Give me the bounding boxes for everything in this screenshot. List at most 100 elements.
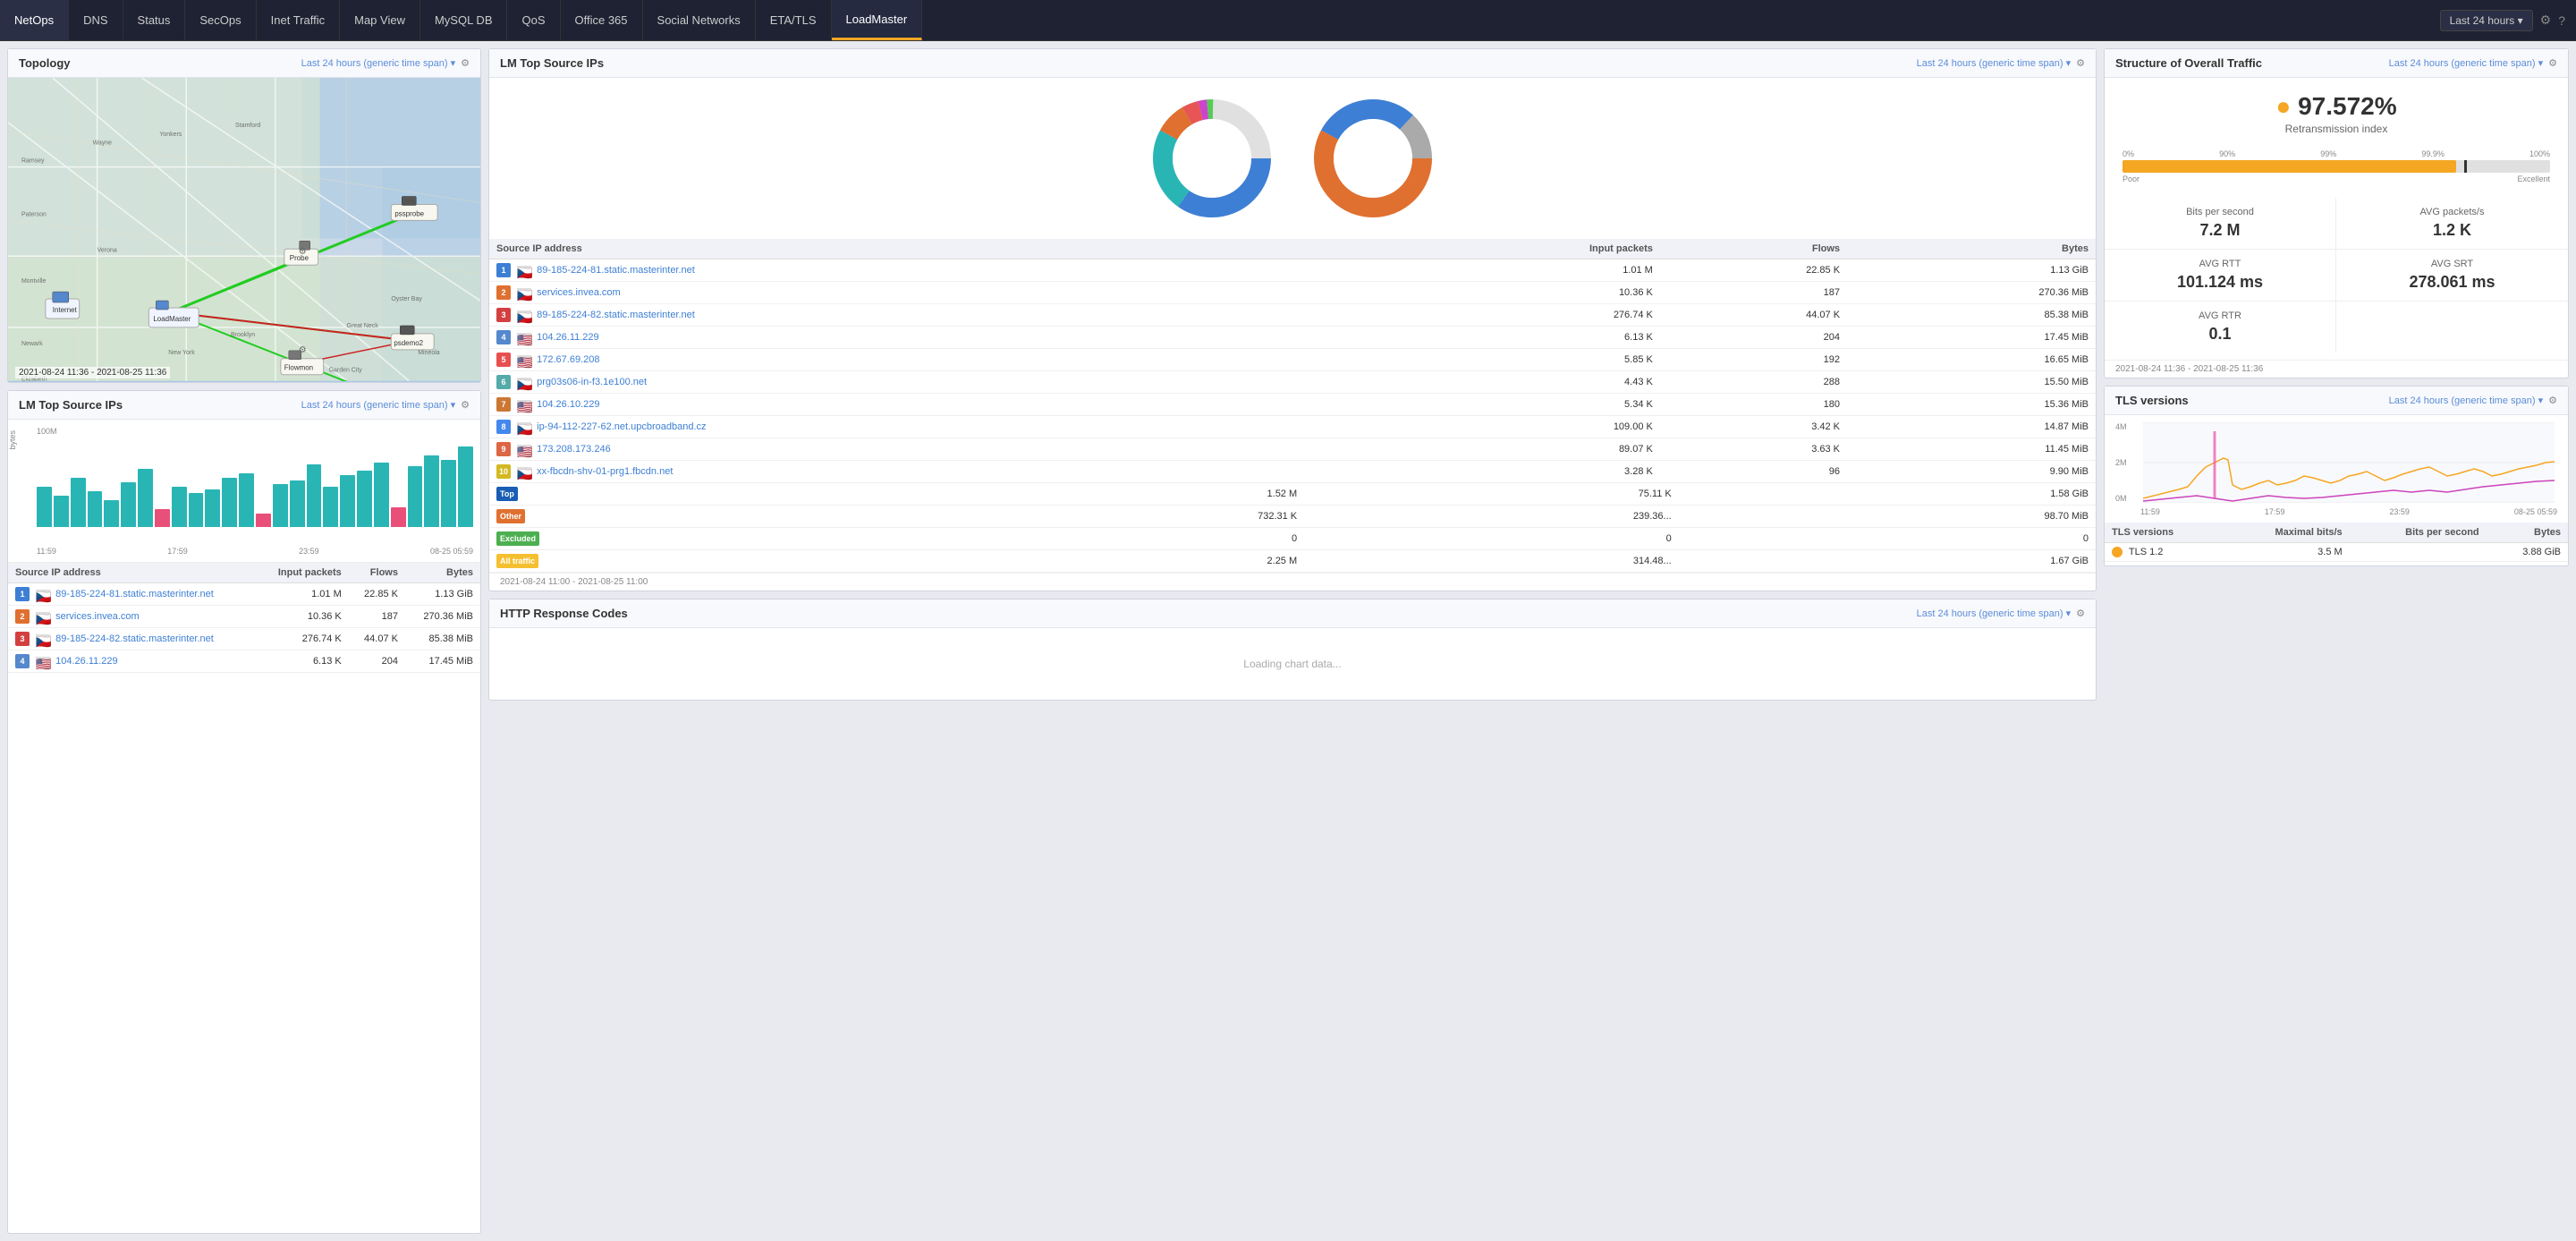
lm-top-source-mid-table: Source IP address Input packets Flows By… xyxy=(489,239,2096,483)
retrans-label-100: 100% xyxy=(2529,149,2550,158)
svg-text:New York: New York xyxy=(168,350,195,356)
svg-text:⚙: ⚙ xyxy=(299,345,307,355)
ip-text[interactable]: 104.26.11.229 xyxy=(537,332,599,343)
cell-flows: 44.07 K xyxy=(349,628,405,650)
cell-ip: 4 🇺🇸 104.26.11.229 xyxy=(8,650,258,673)
bar xyxy=(441,460,456,527)
nav-inet-traffic[interactable]: Inet Traffic xyxy=(257,0,340,40)
nav-dns[interactable]: DNS xyxy=(69,0,123,40)
http-response-time[interactable]: Last 24 hours (generic time span) ▾ xyxy=(1917,608,2071,619)
table-row: 4 🇺🇸 104.26.11.229 6.13 K 204 17.45 MiB xyxy=(489,327,2096,349)
nav-map-view[interactable]: Map View xyxy=(340,0,420,40)
source-ips-bottom-gear[interactable]: ⚙ xyxy=(461,399,470,411)
svg-text:Garden City: Garden City xyxy=(329,368,363,374)
table-row: 2 🇨🇿 services.invea.com 10.36 K 187 270.… xyxy=(489,282,2096,304)
topology-time[interactable]: Last 24 hours (generic time span) ▾ xyxy=(301,57,455,69)
settings-icon[interactable]: ⚙ xyxy=(2540,13,2552,28)
svg-text:Verona: Verona xyxy=(97,247,117,253)
tls-x-3: 23:59 xyxy=(2389,507,2410,516)
lm-top-source-mid-gear[interactable]: ⚙ xyxy=(2076,57,2085,69)
col-input-packets: Input packets xyxy=(258,563,349,583)
nav-eta-tls[interactable]: ETA/TLS xyxy=(756,0,832,40)
topology-gear[interactable]: ⚙ xyxy=(461,57,470,69)
summary-packets: 2.25 M xyxy=(922,550,1304,573)
bar xyxy=(71,478,86,527)
http-response-panel: HTTP Response Codes Last 24 hours (gener… xyxy=(488,599,2097,701)
nav-social-networks[interactable]: Social Networks xyxy=(643,0,756,40)
ip-text[interactable]: 89-185-224-81.static.masterinter.net xyxy=(537,265,695,276)
lm-top-source-mid-time[interactable]: Last 24 hours (generic time span) ▾ xyxy=(1917,57,2071,69)
bar xyxy=(205,489,220,527)
ip-text[interactable]: 89-185-224-82.static.masterinter.net xyxy=(55,633,214,644)
summary-row: Other 732.31 K 239.36... 98.70 MiB xyxy=(489,506,2096,528)
mid-col-packets: Input packets xyxy=(1359,239,1660,259)
tls-versions-header: TLS versions Last 24 hours (generic time… xyxy=(2105,387,2568,415)
retrans-label-99: 99% xyxy=(2320,149,2336,158)
summary-flows: 0 xyxy=(1304,528,1679,550)
col-flows: Flows xyxy=(349,563,405,583)
tls-versions-time[interactable]: Last 24 hours (generic time span) ▾ xyxy=(2389,395,2543,406)
cell-packets: 3.28 K xyxy=(1359,461,1660,483)
summary-bytes: 0 xyxy=(1679,528,2096,550)
cell-flows: 96 xyxy=(1660,461,1847,483)
tls-versions-gear[interactable]: ⚙ xyxy=(2548,395,2557,406)
ip-text[interactable]: services.invea.com xyxy=(537,287,621,298)
topology-header: Topology Last 24 hours (generic time spa… xyxy=(8,49,480,78)
bar xyxy=(239,473,254,527)
ip-text[interactable]: 89-185-224-82.static.masterinter.net xyxy=(537,310,695,320)
retrans-section: ● 97.572% Retransmission index xyxy=(2105,78,2568,142)
mid-col-ip: Source IP address xyxy=(489,239,1359,259)
retrans-label: Retransmission index xyxy=(2123,123,2550,135)
stat-avg-packets-label: AVG packets/s xyxy=(2354,207,2550,217)
cell-bytes: 270.36 MiB xyxy=(1847,282,2096,304)
svg-text:LoadMaster: LoadMaster xyxy=(153,315,191,323)
ip-text[interactable]: 104.26.11.229 xyxy=(55,656,118,667)
cell-packets: 6.13 K xyxy=(258,650,349,673)
ip-text[interactable]: xx-fbcdn-shv-01-prg1.fbcdn.net xyxy=(537,466,673,477)
ip-text[interactable]: 173.208.173.246 xyxy=(537,444,611,455)
cell-packets: 10.36 K xyxy=(1359,282,1660,304)
http-response-gear[interactable]: ⚙ xyxy=(2076,608,2085,619)
bar xyxy=(88,491,103,527)
table-row: 10 🇨🇿 xx-fbcdn-shv-01-prg1.fbcdn.net 3.2… xyxy=(489,461,2096,483)
row-num: 1 xyxy=(496,263,511,277)
ip-text[interactable]: services.invea.com xyxy=(55,611,140,622)
overall-traffic-time[interactable]: Last 24 hours (generic time span) ▾ xyxy=(2389,57,2543,69)
flag-icon: 🇨🇿 xyxy=(517,378,531,387)
nav-loadmaster[interactable]: LoadMaster xyxy=(832,0,923,40)
nav-secops[interactable]: SecOps xyxy=(185,0,256,40)
http-response-controls: Last 24 hours (generic time span) ▾ ⚙ xyxy=(1917,608,2085,619)
cell-ip: 8 🇨🇿 ip-94-112-227-62.net.upcbroadband.c… xyxy=(489,416,1359,438)
ip-text[interactable]: 172.67.69.208 xyxy=(537,354,599,365)
x-label-4: 08-25 05:59 xyxy=(430,547,473,556)
overall-traffic-gear[interactable]: ⚙ xyxy=(2548,57,2557,69)
tls-table-area: TLS versions Maximal bits/s Bits per sec… xyxy=(2105,523,2568,565)
retrans-label-999: 99.9% xyxy=(2421,149,2445,158)
retrans-bar-marker xyxy=(2464,160,2467,173)
ip-text[interactable]: ip-94-112-227-62.net.upcbroadband.cz xyxy=(537,421,706,432)
nav-status[interactable]: Status xyxy=(123,0,186,40)
help-icon[interactable]: ? xyxy=(2558,13,2565,28)
row-num: 2 xyxy=(15,609,30,624)
row-num: 7 xyxy=(496,397,511,412)
ip-text[interactable]: 104.26.10.229 xyxy=(537,399,599,410)
stat-avg-packets: AVG packets/s 1.2 K xyxy=(2336,198,2568,250)
chart-100m-label: 100M xyxy=(37,427,473,436)
overall-traffic-timestamp: 2021-08-24 11:36 - 2021-08-25 11:36 xyxy=(2105,360,2568,378)
http-response-title: HTTP Response Codes xyxy=(500,607,628,620)
donut-area xyxy=(489,78,2096,239)
summary-label: Top xyxy=(489,483,922,506)
topology-title: Topology xyxy=(19,56,71,70)
cell-bytes: 9.90 MiB xyxy=(1847,461,2096,483)
nav-qos[interactable]: QoS xyxy=(507,0,560,40)
tls-col-max-bits: Maximal bits/s xyxy=(2223,523,2350,543)
donut-right xyxy=(1310,96,1436,221)
nav-office365[interactable]: Office 365 xyxy=(561,0,643,40)
ip-text[interactable]: 89-185-224-81.static.masterinter.net xyxy=(55,589,214,599)
stat-avg-packets-value: 1.2 K xyxy=(2354,221,2550,240)
nav-mysql-db[interactable]: MySQL DB xyxy=(420,0,508,40)
time-selector[interactable]: Last 24 hours ▾ xyxy=(2440,10,2533,31)
ip-text[interactable]: prg03s06-in-f3.1e100.net xyxy=(537,377,647,387)
source-ips-bottom-time[interactable]: Last 24 hours (generic time span) ▾ xyxy=(301,399,455,411)
nav-netops[interactable]: NetOps xyxy=(0,0,69,40)
